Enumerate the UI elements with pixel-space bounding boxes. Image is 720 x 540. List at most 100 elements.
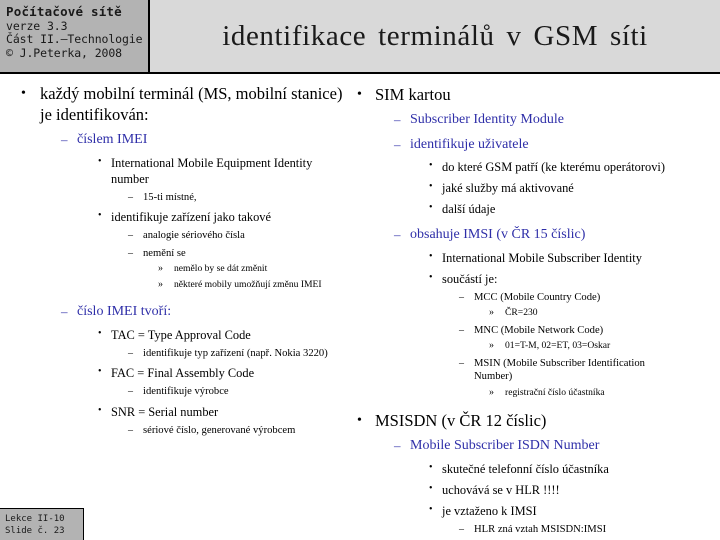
- left-column: • každý mobilní terminál (MS, mobilní st…: [8, 74, 352, 437]
- bullet-glyph: •: [98, 366, 102, 377]
- list-item: • skutečné telefonní číslo účastníka: [348, 461, 720, 477]
- list-item: • uchovává se v HLR !!!!: [348, 482, 720, 498]
- list-item: • do které GSM patří (ke kterému operáto…: [348, 159, 720, 175]
- list-item: – číslo IMEI tvoří:: [8, 303, 352, 322]
- list-item: • součástí je:: [348, 271, 720, 287]
- list-item: – HLR zná vztah MSISDN:IMSI: [348, 523, 720, 537]
- list-item: – nemění se: [8, 247, 352, 261]
- bullet-glyph: •: [21, 86, 26, 101]
- list-item: – identifikuje typ zařízení (např. Nokia…: [8, 347, 358, 361]
- bullet-glyph: •: [429, 181, 433, 192]
- bullet-glyph: •: [429, 503, 433, 515]
- course-title: Počítačové sítě: [6, 4, 122, 19]
- list-item-text: číslo IMEI tvoří:: [77, 304, 172, 319]
- list-item: – obsahuje IMSI (v ČR 15 číslic): [348, 226, 720, 245]
- dash-glyph: –: [61, 132, 68, 147]
- title-box: identifikace terminálů v GSM síti: [150, 0, 720, 72]
- dash-glyph: –: [459, 324, 464, 336]
- list-item-text: identifikuje výrobce: [143, 386, 229, 397]
- bullet-glyph: •: [357, 87, 362, 102]
- list-item: – Mobile Subscriber ISDN Number: [348, 437, 720, 456]
- list-item: – identifikuje výrobce: [8, 385, 352, 399]
- list-item-text: International Mobile Equipment Identity …: [111, 155, 313, 186]
- list-item-text: HLR zná vztah MSISDN:IMSI: [474, 523, 607, 535]
- guillemet-glyph: »: [158, 263, 163, 274]
- list-item: – číslem IMEI: [8, 131, 352, 150]
- list-item-text: TAC = Type Approval Code: [111, 327, 251, 342]
- list-item: » 01=T-M, 02=ET, 03=Oskar: [348, 340, 720, 353]
- list-item: – 15-ti místné,: [8, 191, 352, 205]
- bullet-glyph: •: [429, 250, 433, 262]
- list-item: – sériové číslo, generované výrobcem: [8, 424, 352, 438]
- list-item-text: do které GSM patří (ke kterému operátoro…: [442, 160, 665, 174]
- list-item-text: je vztaženo k IMSI: [442, 503, 537, 518]
- list-item: • SIM kartou: [348, 84, 720, 105]
- list-item-text: registrační číslo účastníka: [505, 386, 605, 398]
- bullet-glyph: •: [98, 155, 102, 167]
- bullet-glyph: •: [357, 413, 362, 428]
- bullet-glyph: •: [429, 482, 433, 494]
- list-item: • jaké služby má aktivované: [348, 180, 720, 196]
- slide-footer-badge: Lekce II-10 Slide č. 23: [0, 508, 84, 540]
- list-item: • SNR = Serial number: [8, 404, 352, 420]
- list-item-text: MSISDN (v ČR 12 číslic): [375, 411, 547, 430]
- list-item-text: číslem IMEI: [77, 132, 148, 147]
- lecture-label: Lekce II-10: [5, 514, 65, 524]
- list-item-text: jaké služby má aktivované: [442, 181, 574, 195]
- guillemet-glyph: »: [489, 340, 494, 351]
- list-item-text: obsahuje IMSI (v ČR 15 číslic): [410, 227, 586, 242]
- guillemet-glyph: »: [489, 386, 494, 398]
- list-item-text: každý mobilní terminál (MS, mobilní stan…: [40, 84, 343, 124]
- bullet-glyph: •: [98, 210, 102, 221]
- slide-header: Počítačové sítě verze 3.3 Část II.–Techn…: [0, 0, 720, 74]
- list-item-text: Mobile Subscriber ISDN Number: [410, 438, 600, 453]
- list-item-text: nemělo by se dát změnit: [174, 263, 268, 274]
- slide-body: • každý mobilní terminál (MS, mobilní st…: [0, 74, 720, 540]
- list-item: – MSIN (Mobile Subscriber Identification…: [348, 357, 679, 384]
- list-item-text: International Mobile Subscriber Identity: [442, 250, 642, 265]
- list-item-text: uchovává se v HLR !!!!: [442, 482, 560, 497]
- bullet-glyph: •: [429, 271, 433, 283]
- guillemet-glyph: »: [158, 278, 163, 290]
- list-item-text: SIM kartou: [375, 85, 451, 104]
- list-item: • TAC = Type Approval Code: [8, 327, 352, 343]
- dash-glyph: –: [128, 386, 133, 397]
- dash-glyph: –: [128, 230, 133, 241]
- list-item-text: některé mobily umožňují změnu IMEI: [174, 278, 322, 290]
- list-item-text: MCC (Mobile Country Code): [474, 291, 601, 303]
- dash-glyph: –: [459, 523, 464, 535]
- bullet-glyph: •: [98, 404, 102, 416]
- list-item: » registrační číslo účastníka: [348, 387, 720, 400]
- list-item-text: MSIN (Mobile Subscriber Identification N…: [474, 357, 645, 383]
- right-column: • SIM kartou – Subscriber Identity Modul…: [348, 74, 720, 536]
- list-item: – MNC (Mobile Network Code): [348, 324, 720, 338]
- list-item: » nemělo by se dát změnit: [8, 263, 352, 276]
- list-item: • International Mobile Subscriber Identi…: [348, 250, 720, 266]
- bullet-glyph: •: [98, 327, 102, 339]
- list-item: • FAC = Final Assembly Code: [8, 365, 352, 381]
- list-item-text: SNR = Serial number: [111, 404, 219, 419]
- list-item: • je vztaženo k IMSI: [348, 503, 720, 519]
- dash-glyph: –: [128, 424, 133, 436]
- list-item-text: součástí je:: [442, 271, 498, 286]
- list-item: • další údaje: [348, 201, 720, 217]
- dash-glyph: –: [61, 304, 68, 319]
- dash-glyph: –: [128, 191, 133, 203]
- list-item: • každý mobilní terminál (MS, mobilní st…: [8, 83, 352, 125]
- course-copyright: © J.Peterka, 2008: [6, 45, 123, 60]
- page-title: identifikace terminálů v GSM síti: [222, 19, 648, 52]
- list-item: » ČR=230: [348, 307, 720, 320]
- dash-glyph: –: [128, 347, 133, 359]
- list-item: – Subscriber Identity Module: [348, 111, 720, 130]
- dash-glyph: –: [459, 357, 464, 369]
- dash-glyph: –: [394, 112, 401, 127]
- list-item: – identifikuje uživatele: [348, 136, 720, 155]
- list-item-text: 15-ti místné,: [143, 191, 197, 203]
- list-item-text: skutečné telefonní číslo účastníka: [442, 461, 609, 476]
- list-item-text: Subscriber Identity Module: [410, 112, 564, 127]
- list-item: » některé mobily umožňují změnu IMEI: [8, 279, 364, 292]
- list-item-text: sériové číslo, generované výrobcem: [143, 424, 296, 436]
- list-item: • identifikuje zařízení jako takové: [8, 209, 352, 225]
- list-item-text: FAC = Final Assembly Code: [111, 366, 255, 380]
- dash-glyph: –: [459, 291, 464, 303]
